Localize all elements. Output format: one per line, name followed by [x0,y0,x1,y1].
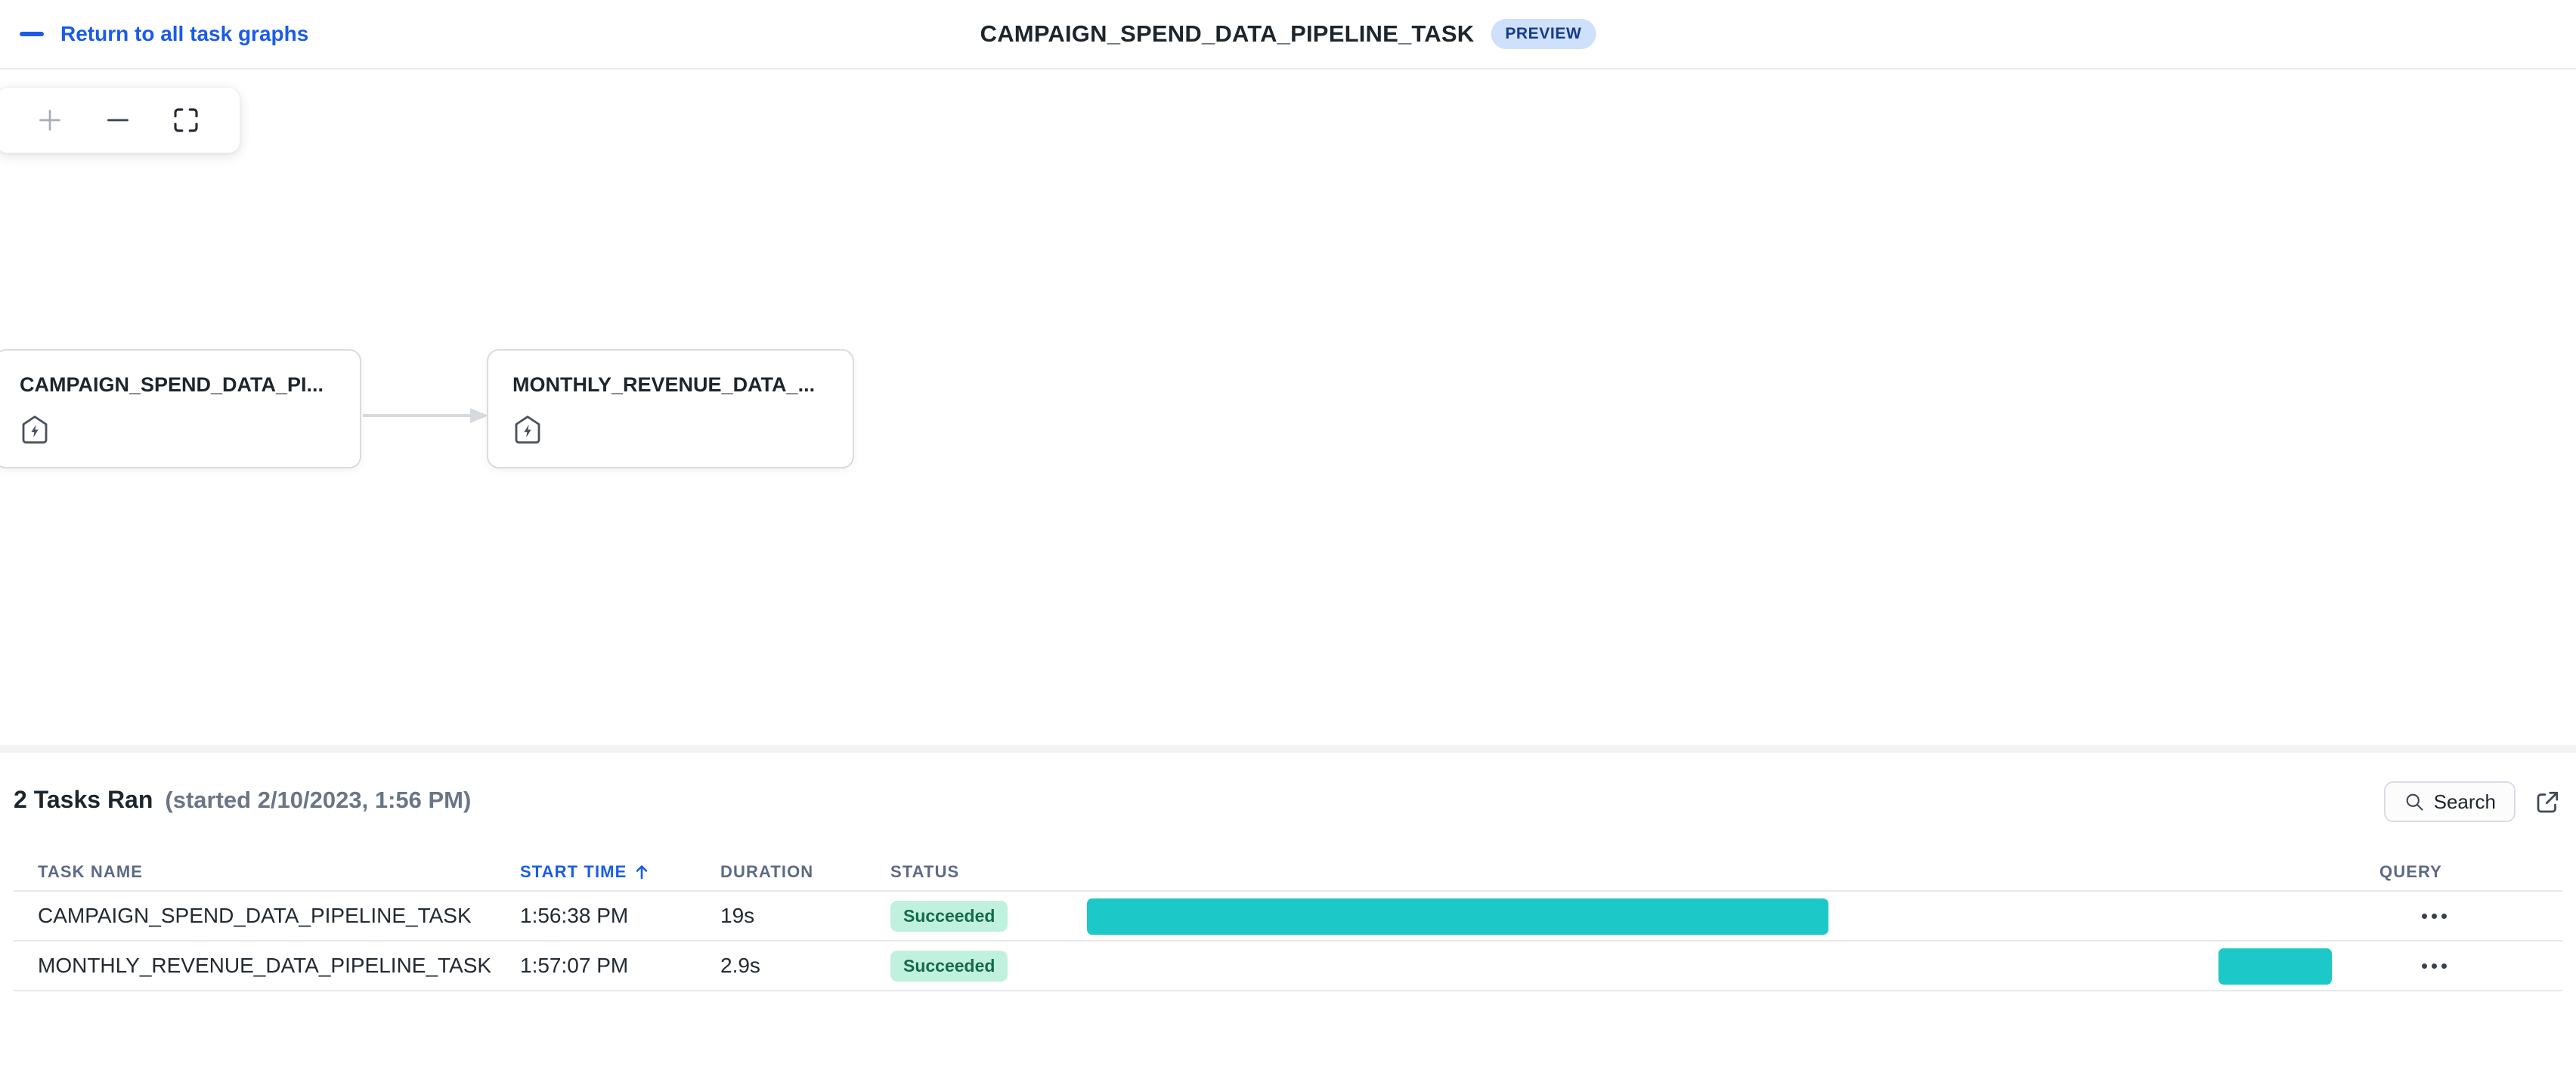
cell-query [2336,906,2562,926]
status-badge: Succeeded [890,900,1008,932]
status-badge: Succeeded [890,950,1008,982]
task-node-campaign-spend[interactable]: CAMPAIGN_SPEND_DATA_PI... [0,349,361,469]
task-graph-canvas[interactable]: CAMPAIGN_SPEND_DATA_PI... MONTHLY_REVENU… [0,71,2576,745]
cell-query [2336,956,2562,976]
tasks-ran-heading: 2 Tasks Ran (started 2/10/2023, 1:56 PM) [14,786,471,814]
task-node-label: MONTHLY_REVENUE_DATA_... [512,373,816,396]
cell-task-name: CAMPAIGN_SPEND_DATA_PIPELINE_TASK [38,904,472,927]
tasks-ran-table: TASK NAME START TIME DURATION STATUS QUE… [14,854,2562,991]
task-node-monthly-revenue[interactable]: MONTHLY_REVENUE_DATA_... [487,349,854,469]
row-actions-button[interactable] [2414,906,2454,926]
panel-resize-handle[interactable] [0,745,2576,753]
table-header-row: TASK NAME START TIME DURATION STATUS QUE… [14,854,2562,892]
col-header-task-name[interactable]: TASK NAME [14,862,520,882]
plus-icon [39,110,60,131]
minus-icon [107,119,128,122]
task-node-label: CAMPAIGN_SPEND_DATA_PI... [20,373,324,396]
graph-zoom-controls [0,87,240,153]
back-dash-icon [20,32,44,36]
task-bolt-icon [22,416,48,444]
col-header-duration[interactable]: DURATION [720,862,890,882]
fit-view-icon [174,108,198,132]
cell-start-time: 1:56:38 PM [520,904,629,927]
back-link-label: Return to all task graphs [60,22,309,45]
task-bolt-icon [515,416,540,444]
preview-badge: PREVIEW [1491,19,1596,49]
col-header-status[interactable]: STATUS [890,862,1087,882]
table-row[interactable]: CAMPAIGN_SPEND_DATA_PIPELINE_TASK 1:56:3… [14,892,2562,942]
row-actions-button[interactable] [2414,956,2454,976]
zoom-out-button[interactable] [94,96,142,144]
edge-arrow [363,408,488,423]
cell-task-name: MONTHLY_REVENUE_DATA_PIPELINE_TASK [38,954,492,977]
gantt-bar[interactable] [2218,948,2332,985]
sort-ascending-icon [636,865,648,880]
top-bar: Return to all task graphs CAMPAIGN_SPEND… [0,0,2576,70]
search-button-label: Search [2433,790,2496,813]
cell-status: Succeeded [890,900,1087,932]
external-link-icon [2537,791,2559,813]
page-title-group: CAMPAIGN_SPEND_DATA_PIPELINE_TASK PREVIE… [980,0,1596,68]
cell-gantt-track [1087,892,2336,940]
page-title: CAMPAIGN_SPEND_DATA_PIPELINE_TASK [980,20,1475,47]
cell-duration: 19s [720,904,755,927]
back-to-task-graphs-link[interactable]: Return to all task graphs [20,0,308,68]
open-in-new-button[interactable] [2531,786,2564,819]
fit-to-view-button[interactable] [162,96,210,144]
cell-gantt-track [1087,942,2336,990]
search-button[interactable]: Search [2383,781,2516,822]
tasks-ran-title: 2 Tasks Ran [14,786,153,813]
col-header-gantt-spacer [1087,854,2336,890]
zoom-in-button[interactable] [26,96,74,144]
cell-duration: 2.9s [720,954,760,977]
search-icon [2406,793,2423,811]
tasks-ran-subtitle: (started 2/10/2023, 1:56 PM) [165,787,472,813]
col-header-query: QUERY [2379,862,2442,881]
cell-status: Succeeded [890,950,1087,982]
gantt-bar[interactable] [1087,898,1828,935]
tasks-ran-panel: 2 Tasks Ran (started 2/10/2023, 1:56 PM)… [0,753,2576,1070]
table-row[interactable]: MONTHLY_REVENUE_DATA_PIPELINE_TASK 1:57:… [14,942,2562,991]
cell-start-time: 1:57:07 PM [520,954,629,977]
col-header-start-time[interactable]: START TIME [520,862,720,882]
